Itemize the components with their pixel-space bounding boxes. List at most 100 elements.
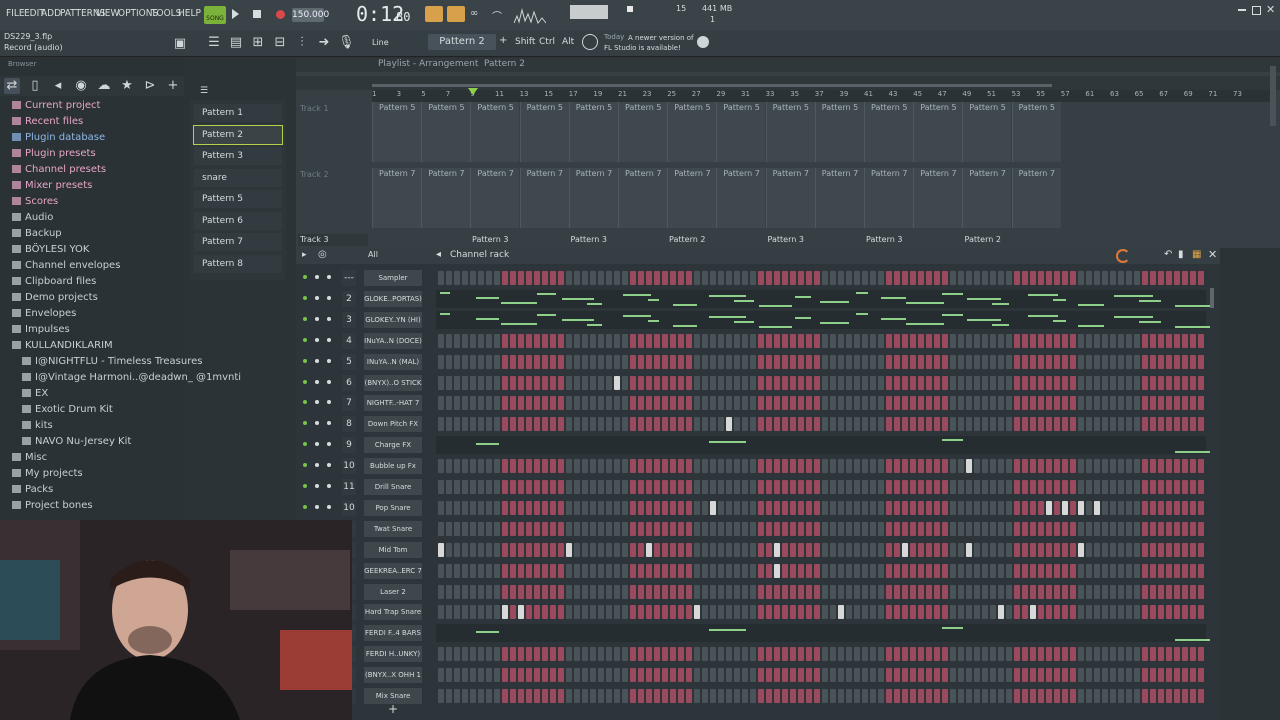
step-button[interactable] bbox=[662, 500, 668, 515]
step-button[interactable] bbox=[462, 668, 468, 683]
step-button[interactable] bbox=[806, 605, 812, 620]
step-button[interactable] bbox=[798, 396, 804, 411]
pattern-item[interactable]: Pattern 3 bbox=[194, 147, 282, 165]
step-button[interactable] bbox=[606, 647, 612, 662]
step-button[interactable] bbox=[582, 689, 588, 703]
step-button[interactable] bbox=[742, 354, 748, 369]
step-button[interactable] bbox=[470, 271, 476, 285]
step-button[interactable] bbox=[662, 668, 668, 683]
step-button[interactable] bbox=[1198, 500, 1204, 515]
step-button[interactable] bbox=[1038, 689, 1044, 703]
step-button[interactable] bbox=[1198, 271, 1204, 285]
step-button[interactable] bbox=[470, 668, 476, 683]
step-button[interactable] bbox=[782, 647, 788, 662]
step-button[interactable] bbox=[1142, 689, 1148, 703]
step-button[interactable] bbox=[558, 417, 564, 432]
step-button[interactable] bbox=[1102, 396, 1108, 411]
step-button[interactable] bbox=[934, 668, 940, 683]
step-button[interactable] bbox=[974, 271, 980, 285]
browser-item[interactable]: EX bbox=[22, 388, 48, 399]
step-button[interactable] bbox=[894, 668, 900, 683]
step-button[interactable] bbox=[1110, 605, 1116, 620]
channel-name-button[interactable]: Sampler bbox=[364, 270, 422, 286]
step-button[interactable] bbox=[806, 647, 812, 662]
step-button[interactable] bbox=[910, 605, 916, 620]
step-button[interactable] bbox=[846, 605, 852, 620]
step-button[interactable] bbox=[982, 689, 988, 703]
step-button[interactable] bbox=[1030, 417, 1036, 432]
step-button[interactable] bbox=[966, 521, 972, 536]
step-button[interactable] bbox=[518, 417, 524, 432]
step-button[interactable] bbox=[638, 668, 644, 683]
step-button[interactable] bbox=[870, 521, 876, 536]
step-button[interactable] bbox=[462, 396, 468, 411]
step-button[interactable] bbox=[902, 500, 908, 515]
step-button[interactable] bbox=[606, 375, 612, 390]
step-button[interactable] bbox=[686, 396, 692, 411]
step-button[interactable] bbox=[718, 500, 724, 515]
step-button[interactable] bbox=[486, 647, 492, 662]
step-button[interactable] bbox=[1006, 542, 1012, 557]
step-button[interactable] bbox=[870, 459, 876, 474]
step-button[interactable] bbox=[1086, 689, 1092, 703]
step-button[interactable] bbox=[502, 375, 508, 390]
step-button[interactable] bbox=[470, 396, 476, 411]
step-button[interactable] bbox=[678, 647, 684, 662]
step-button[interactable] bbox=[574, 542, 580, 557]
step-button[interactable] bbox=[670, 354, 676, 369]
step-button[interactable] bbox=[798, 689, 804, 703]
step-button[interactable] bbox=[950, 584, 956, 599]
step-button[interactable] bbox=[734, 542, 740, 557]
step-button[interactable] bbox=[526, 521, 532, 536]
step-button[interactable] bbox=[630, 668, 636, 683]
step-button[interactable] bbox=[670, 333, 676, 348]
browser-item[interactable]: NAVO Nu-Jersey Kit bbox=[22, 436, 131, 447]
step-button[interactable] bbox=[558, 584, 564, 599]
step-button[interactable] bbox=[662, 584, 668, 599]
step-button[interactable] bbox=[822, 480, 828, 494]
step-button[interactable] bbox=[790, 417, 796, 432]
step-button[interactable] bbox=[1046, 480, 1052, 494]
step-button[interactable] bbox=[678, 542, 684, 557]
song-mode-toggle[interactable]: SONG bbox=[204, 6, 226, 24]
step-button[interactable] bbox=[646, 271, 652, 285]
step-button[interactable] bbox=[1054, 396, 1060, 411]
step-button[interactable] bbox=[830, 375, 836, 390]
step-button[interactable] bbox=[1054, 500, 1060, 515]
step-button[interactable] bbox=[1182, 459, 1188, 474]
step-button[interactable] bbox=[694, 584, 700, 599]
step-button[interactable] bbox=[990, 647, 996, 662]
channel-control-led[interactable] bbox=[315, 316, 319, 321]
step-button[interactable] bbox=[614, 417, 620, 432]
step-button[interactable] bbox=[1078, 542, 1084, 557]
step-button[interactable] bbox=[782, 354, 788, 369]
browser-add-icon[interactable]: + bbox=[165, 78, 181, 94]
step-button[interactable] bbox=[878, 521, 884, 536]
step-button[interactable] bbox=[1174, 271, 1180, 285]
step-button[interactable] bbox=[1086, 605, 1092, 620]
step-button[interactable] bbox=[894, 521, 900, 536]
step-button[interactable] bbox=[598, 480, 604, 494]
channel-name-button[interactable]: Twat Snare bbox=[364, 520, 422, 537]
step-button[interactable] bbox=[758, 459, 764, 474]
step-button[interactable] bbox=[1046, 584, 1052, 599]
step-button[interactable] bbox=[702, 417, 708, 432]
step-button[interactable] bbox=[582, 563, 588, 578]
step-button[interactable] bbox=[966, 396, 972, 411]
step-button[interactable] bbox=[838, 354, 844, 369]
step-button[interactable] bbox=[1094, 689, 1100, 703]
step-button[interactable] bbox=[670, 584, 676, 599]
channel-piano-roll-preview[interactable] bbox=[436, 436, 1210, 455]
step-button[interactable] bbox=[998, 480, 1004, 494]
step-button[interactable] bbox=[838, 480, 844, 494]
step-button[interactable] bbox=[582, 605, 588, 620]
step-button[interactable] bbox=[1190, 668, 1196, 683]
playlist-icon[interactable]: ☰ bbox=[206, 35, 222, 51]
step-button[interactable] bbox=[558, 459, 564, 474]
step-button[interactable] bbox=[558, 542, 564, 557]
step-button[interactable] bbox=[990, 271, 996, 285]
step-button[interactable] bbox=[590, 480, 596, 494]
news-text[interactable]: A newer version of FL Studio is availabl… bbox=[604, 33, 694, 53]
step-button[interactable] bbox=[726, 584, 732, 599]
step-button[interactable] bbox=[1174, 563, 1180, 578]
